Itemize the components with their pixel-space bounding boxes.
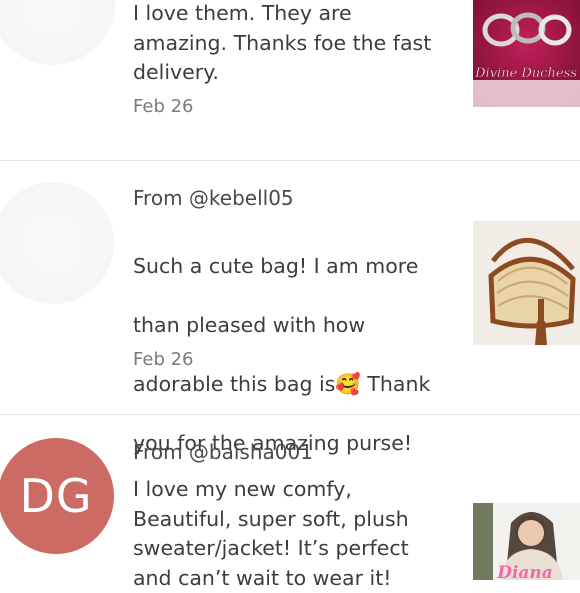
avatar[interactable]: DG [0, 438, 114, 554]
review-item-3: DG From @baisha001 I love my new comfy, … [0, 0, 580, 590]
review-photo-sweater[interactable]: Diana [473, 503, 580, 580]
thumb-caption: Diana [496, 563, 553, 580]
review-from: From @baisha001 [133, 440, 313, 464]
review-text: I love my new comfy, Beautiful, super so… [133, 477, 409, 590]
